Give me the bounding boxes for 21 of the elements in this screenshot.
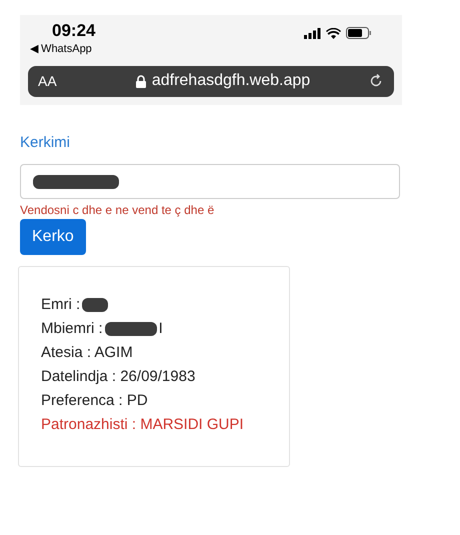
search-field[interactable] <box>20 164 400 199</box>
back-to-app-link[interactable]: ◀ WhatsApp <box>30 41 96 58</box>
text-size-button[interactable]: AA <box>38 70 98 92</box>
result-line: Patronazhisti : MARSIDI GUPI <box>41 414 244 435</box>
search-button[interactable]: Kerko <box>20 219 86 255</box>
result-value: I <box>158 318 163 339</box>
result-line: Atesia : AGIM <box>41 342 133 363</box>
wifi-icon <box>326 28 341 38</box>
result-line: Datelindja : 26/09/1983 <box>41 366 196 387</box>
result-line: Emri : <box>41 294 80 315</box>
reload-icon[interactable] <box>368 73 384 89</box>
hint-text: Vendosni c dhe e ne vend te ç dhe ë <box>20 203 216 217</box>
result-line: Preferenca : PD <box>41 390 148 411</box>
status-time: 09:24 <box>52 21 96 41</box>
address-bar[interactable]: AA adfrehasdgfh.web.app <box>28 66 394 96</box>
search-title: Kerkimi <box>20 132 72 152</box>
battery-icon <box>346 27 372 39</box>
url-text: adfrehasdgfh.web.app <box>152 71 310 91</box>
result-line: Mbiemri : <box>41 318 103 339</box>
signal-icon <box>304 28 321 38</box>
lock-icon <box>136 74 146 88</box>
